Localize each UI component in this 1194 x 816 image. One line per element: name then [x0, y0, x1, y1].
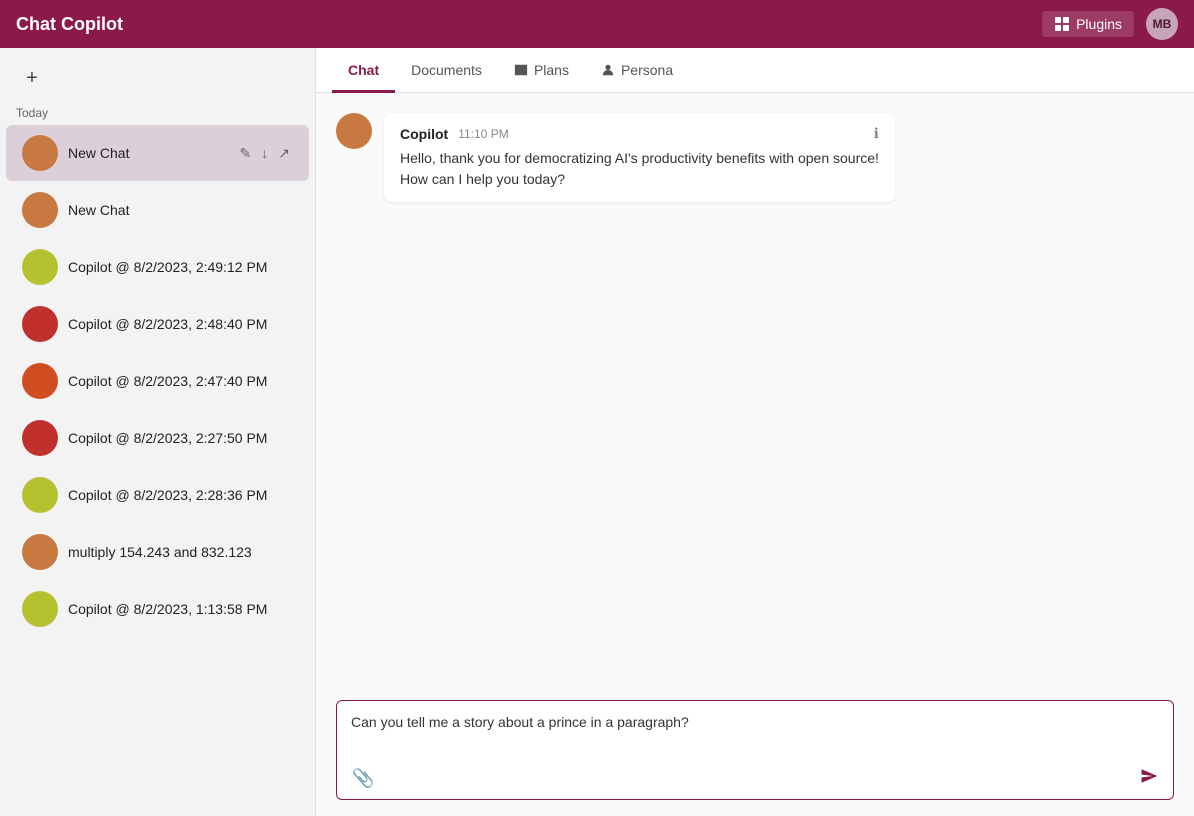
share-chat-button[interactable]: ↗ [275, 143, 293, 164]
chat-name: Copilot @ 8/2/2023, 2:47:40 PM [68, 373, 293, 389]
tab-label-documents: Documents [411, 62, 482, 78]
send-icon [1140, 767, 1158, 785]
chat-item[interactable]: New Chat ✎↓↗ [6, 125, 309, 181]
message-text: Hello, thank you for democratizing AI's … [400, 148, 879, 190]
tab-label-plans: Plans [534, 62, 569, 78]
main-layout: + Today New Chat ✎↓↗ New Chat Copilot @ 8/2… [0, 48, 1194, 816]
user-avatar[interactable]: MB [1146, 8, 1178, 40]
message-time: 11:10 PM [458, 127, 508, 141]
chat-item[interactable]: Copilot @ 8/2/2023, 2:28:36 PM [6, 467, 309, 523]
chat-name: Copilot @ 8/2/2023, 2:27:50 PM [68, 430, 293, 446]
chat-item[interactable]: New Chat [6, 182, 309, 238]
tab-persona[interactable]: Persona [585, 48, 689, 93]
tabs-bar: Chat Documents Plans Persona [316, 48, 1194, 93]
chat-item[interactable]: Copilot @ 8/2/2023, 2:47:40 PM [6, 353, 309, 409]
chat-item[interactable]: multiply 154.243 and 832.123 [6, 524, 309, 580]
plugins-icon [1054, 16, 1070, 32]
chat-item[interactable]: Copilot @ 8/2/2023, 2:49:12 PM [6, 239, 309, 295]
chat-list: New Chat ✎↓↗ New Chat Copilot @ 8/2/2023, 2… [0, 124, 315, 816]
tab-label-chat: Chat [348, 62, 379, 78]
chat-item[interactable]: Copilot @ 8/2/2023, 2:48:40 PM [6, 296, 309, 352]
input-box: 📎 [336, 700, 1174, 800]
chat-avatar [22, 306, 58, 342]
message-avatar [336, 113, 372, 149]
chat-avatar [22, 591, 58, 627]
header-right: Plugins MB [1042, 8, 1178, 40]
chat-avatar [22, 363, 58, 399]
edit-chat-button[interactable]: ✎ [237, 143, 255, 164]
chat-name: New Chat [68, 202, 293, 218]
plans-icon [514, 63, 528, 77]
message-sender: Copilot [400, 126, 448, 142]
chat-name: Copilot @ 8/2/2023, 2:49:12 PM [68, 259, 293, 275]
attach-button[interactable]: 📎 [347, 765, 379, 792]
tab-documents[interactable]: Documents [395, 48, 498, 93]
sidebar-header: + [0, 48, 315, 102]
chat-avatar [22, 534, 58, 570]
message-content: Copilot 11:10 PM ℹ Hello, thank you for dem… [384, 113, 895, 202]
chat-item[interactable]: Copilot @ 8/2/2023, 2:27:50 PM [6, 410, 309, 466]
chat-item[interactable]: Copilot @ 8/2/2023, 1:13:58 PM [6, 581, 309, 637]
new-chat-button[interactable]: + [16, 62, 48, 94]
chat-avatar [22, 249, 58, 285]
persona-icon [601, 63, 615, 77]
message-header: Copilot 11:10 PM ℹ [400, 125, 879, 142]
tab-chat[interactable]: Chat [332, 48, 395, 93]
message-info-icon[interactable]: ℹ [874, 125, 879, 142]
plugins-button[interactable]: Plugins [1042, 11, 1134, 37]
message-input[interactable] [337, 701, 1173, 760]
app-title: Chat Copilot [16, 14, 1042, 35]
app-header: Chat Copilot Plugins MB [0, 0, 1194, 48]
input-toolbar: 📎 [337, 760, 1173, 799]
chat-avatar [22, 477, 58, 513]
chat-name: Copilot @ 8/2/2023, 2:28:36 PM [68, 487, 293, 503]
chat-name: multiply 154.243 and 832.123 [68, 544, 293, 560]
download-chat-button[interactable]: ↓ [258, 143, 271, 164]
messages-area: Copilot 11:10 PM ℹ Hello, thank you for dem… [316, 93, 1194, 688]
chat-name: Copilot @ 8/2/2023, 2:48:40 PM [68, 316, 293, 332]
send-button[interactable] [1135, 764, 1163, 793]
chat-avatar [22, 420, 58, 456]
chat-name: New Chat [68, 145, 227, 161]
content-area: Chat Documents Plans Persona Copilot 11:10… [316, 48, 1194, 816]
message-row: Copilot 11:10 PM ℹ Hello, thank you for dem… [336, 113, 1174, 202]
tab-plans[interactable]: Plans [498, 48, 585, 93]
sidebar-section-today: Today [0, 102, 315, 124]
chat-avatar [22, 192, 58, 228]
tab-label-persona: Persona [621, 62, 673, 78]
chat-item-actions: ✎↓↗ [237, 143, 293, 164]
input-area: 📎 [316, 688, 1194, 816]
sidebar: + Today New Chat ✎↓↗ New Chat Copilot @ 8/2… [0, 48, 316, 816]
chat-avatar [22, 135, 58, 171]
chat-name: Copilot @ 8/2/2023, 1:13:58 PM [68, 601, 293, 617]
